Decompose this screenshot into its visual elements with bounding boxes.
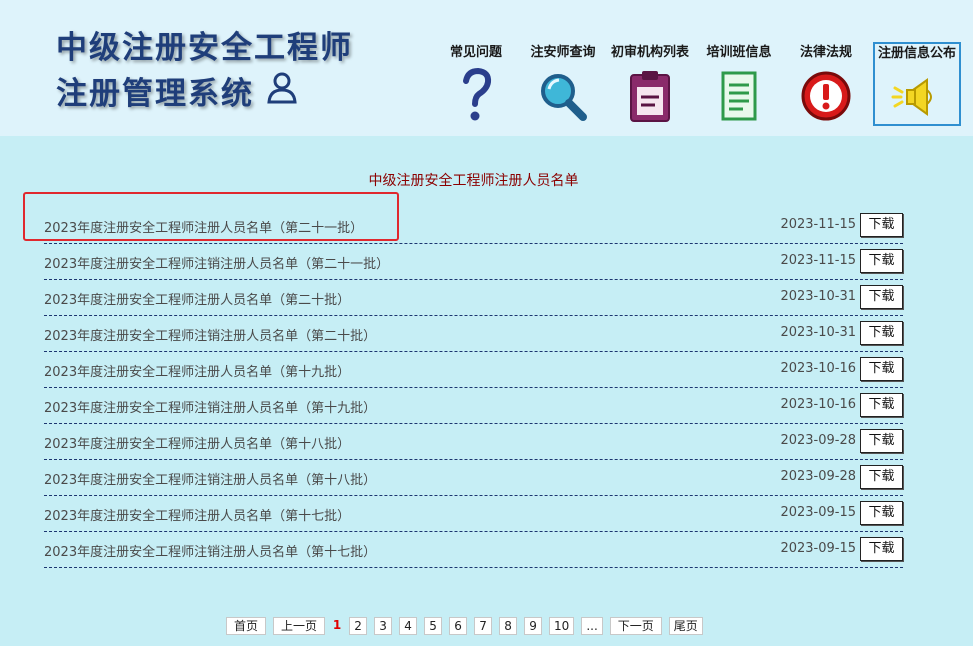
download-button[interactable]: 下载 — [860, 429, 903, 453]
list-item: 2023年度注册安全工程师注销注册人员名单（第二十批） 2023-10-31 下… — [44, 316, 903, 352]
clipboard-icon — [630, 71, 670, 122]
list-title: 中级注册安全工程师注册人员名单 — [368, 173, 579, 189]
magnifier-icon — [541, 74, 587, 121]
highlight-box — [23, 192, 399, 241]
site-header: 中级注册安全工程师 注册管理系统 常见问题 注安师查询 初审机构列表 培训班信息… — [0, 0, 973, 136]
notice-list: 2023年度注册安全工程师注册人员名单（第二十一批） 2023-11-15 下载… — [44, 208, 903, 568]
site-title-line1: 中级注册安全工程师 — [56, 30, 353, 66]
user-icon — [267, 72, 297, 104]
download-button[interactable]: 下载 — [860, 393, 903, 417]
page-link[interactable]: 8 — [499, 617, 518, 635]
page-link[interactable]: 4 — [399, 617, 418, 635]
page-current: 1 — [332, 618, 342, 632]
page-link[interactable]: 7 — [474, 617, 493, 635]
list-item-date: 2023-10-31 — [780, 325, 856, 340]
page-link[interactable]: 9 — [524, 617, 543, 635]
nav-review-agencies-label: 初审机构列表 — [610, 45, 689, 60]
list-item-title[interactable]: 2023年度注册安全工程师注册人员名单（第二十批） — [44, 289, 350, 308]
document-list-icon — [721, 71, 757, 121]
download-button[interactable]: 下载 — [860, 357, 903, 381]
nav-training-info[interactable]: 培训班信息 — [701, 43, 777, 127]
nav-training-info-label: 培训班信息 — [706, 45, 772, 60]
list-item: 2023年度注册安全工程师注销注册人员名单（第十八批） 2023-09-28 下… — [44, 460, 903, 496]
download-button[interactable]: 下载 — [860, 321, 903, 345]
nav-registration-notices[interactable]: 注册信息公布 — [873, 42, 961, 126]
page-prev-button[interactable]: 上一页 — [273, 617, 326, 635]
download-button[interactable]: 下载 — [860, 501, 903, 525]
list-item-title[interactable]: 2023年度注册安全工程师注销注册人员名单（第十七批） — [44, 541, 376, 560]
list-item: 2023年度注册安全工程师注册人员名单（第十九批） 2023-10-16 下载 — [44, 352, 903, 388]
list-item-title[interactable]: 2023年度注册安全工程师注销注册人员名单（第二十一批） — [44, 253, 389, 272]
site-title-line2: 注册管理系统 — [56, 76, 254, 112]
list-item-title[interactable]: 2023年度注册安全工程师注销注册人员名单（第十八批） — [44, 469, 376, 488]
download-button[interactable]: 下载 — [860, 285, 903, 309]
list-item-date: 2023-10-31 — [780, 289, 856, 304]
nav-faq-label: 常见问题 — [449, 45, 502, 60]
list-item-title[interactable]: 2023年度注册安全工程师注销注册人员名单（第二十批） — [44, 325, 376, 344]
list-item-title[interactable]: 2023年度注册安全工程师注销注册人员名单（第十九批） — [44, 397, 376, 416]
list-item: 2023年度注册安全工程师注册人员名单（第二十批） 2023-10-31 下载 — [44, 280, 903, 316]
megaphone-icon — [891, 78, 932, 116]
list-item: 2023年度注册安全工程师注销注册人员名单（第十九批） 2023-10-16 下… — [44, 388, 903, 424]
list-item: 2023年度注册安全工程师注销注册人员名单（第二十一批） 2023-11-15 … — [44, 244, 903, 280]
warning-icon — [801, 71, 851, 121]
list-item-date: 2023-10-16 — [780, 361, 856, 376]
page-next-button[interactable]: 下一页 — [609, 617, 662, 635]
nav-registration-notices-label: 注册信息公布 — [877, 46, 956, 61]
list-item-title[interactable]: 2023年度注册安全工程师注册人员名单（第十九批） — [44, 361, 350, 380]
download-button[interactable]: 下载 — [860, 465, 903, 489]
page-link[interactable]: 2 — [349, 617, 368, 635]
page-link[interactable]: 5 — [424, 617, 443, 635]
nav-faq[interactable]: 常见问题 — [441, 43, 511, 127]
list-item-date: 2023-11-15 — [780, 217, 856, 232]
page-link[interactable]: 6 — [449, 617, 468, 635]
pagination: 首页 上一页 1 2 3 4 5 6 7 8 9 10 ... 下一页 尾页 — [226, 617, 703, 635]
list-item-date: 2023-10-16 — [780, 397, 856, 412]
list-item-date: 2023-09-15 — [780, 505, 856, 520]
nav-engineer-search[interactable]: 注安师查询 — [525, 43, 601, 127]
list-item-title[interactable]: 2023年度注册安全工程师注册人员名单（第十八批） — [44, 433, 350, 452]
page-first-button[interactable]: 首页 — [226, 617, 267, 635]
nav-laws-label: 法律法规 — [799, 45, 852, 60]
page-link[interactable]: 3 — [374, 617, 393, 635]
list-item-date: 2023-09-28 — [780, 469, 856, 484]
nav-review-agencies[interactable]: 初审机构列表 — [608, 43, 692, 127]
page-ellipsis: ... — [581, 617, 603, 635]
download-button[interactable]: 下载 — [860, 249, 903, 273]
question-mark-icon — [463, 67, 492, 121]
list-item: 2023年度注册安全工程师注册人员名单（第十七批） 2023-09-15 下载 — [44, 496, 903, 532]
list-item-date: 2023-09-28 — [780, 433, 856, 448]
list-item-date: 2023-09-15 — [780, 541, 856, 556]
download-button[interactable]: 下载 — [860, 213, 903, 237]
download-button[interactable]: 下载 — [860, 537, 903, 561]
nav-laws[interactable]: 法律法规 — [792, 43, 860, 127]
page-last-button[interactable]: 尾页 — [668, 617, 703, 635]
list-item: 2023年度注册安全工程师注册人员名单（第十八批） 2023-09-28 下载 — [44, 424, 903, 460]
list-item: 2023年度注册安全工程师注销注册人员名单（第十七批） 2023-09-15 下… — [44, 532, 903, 568]
list-item-title[interactable]: 2023年度注册安全工程师注册人员名单（第十七批） — [44, 505, 350, 524]
page-link[interactable]: 10 — [549, 617, 575, 635]
nav-engineer-search-label: 注安师查询 — [530, 45, 596, 60]
list-item-date: 2023-11-15 — [780, 253, 856, 268]
